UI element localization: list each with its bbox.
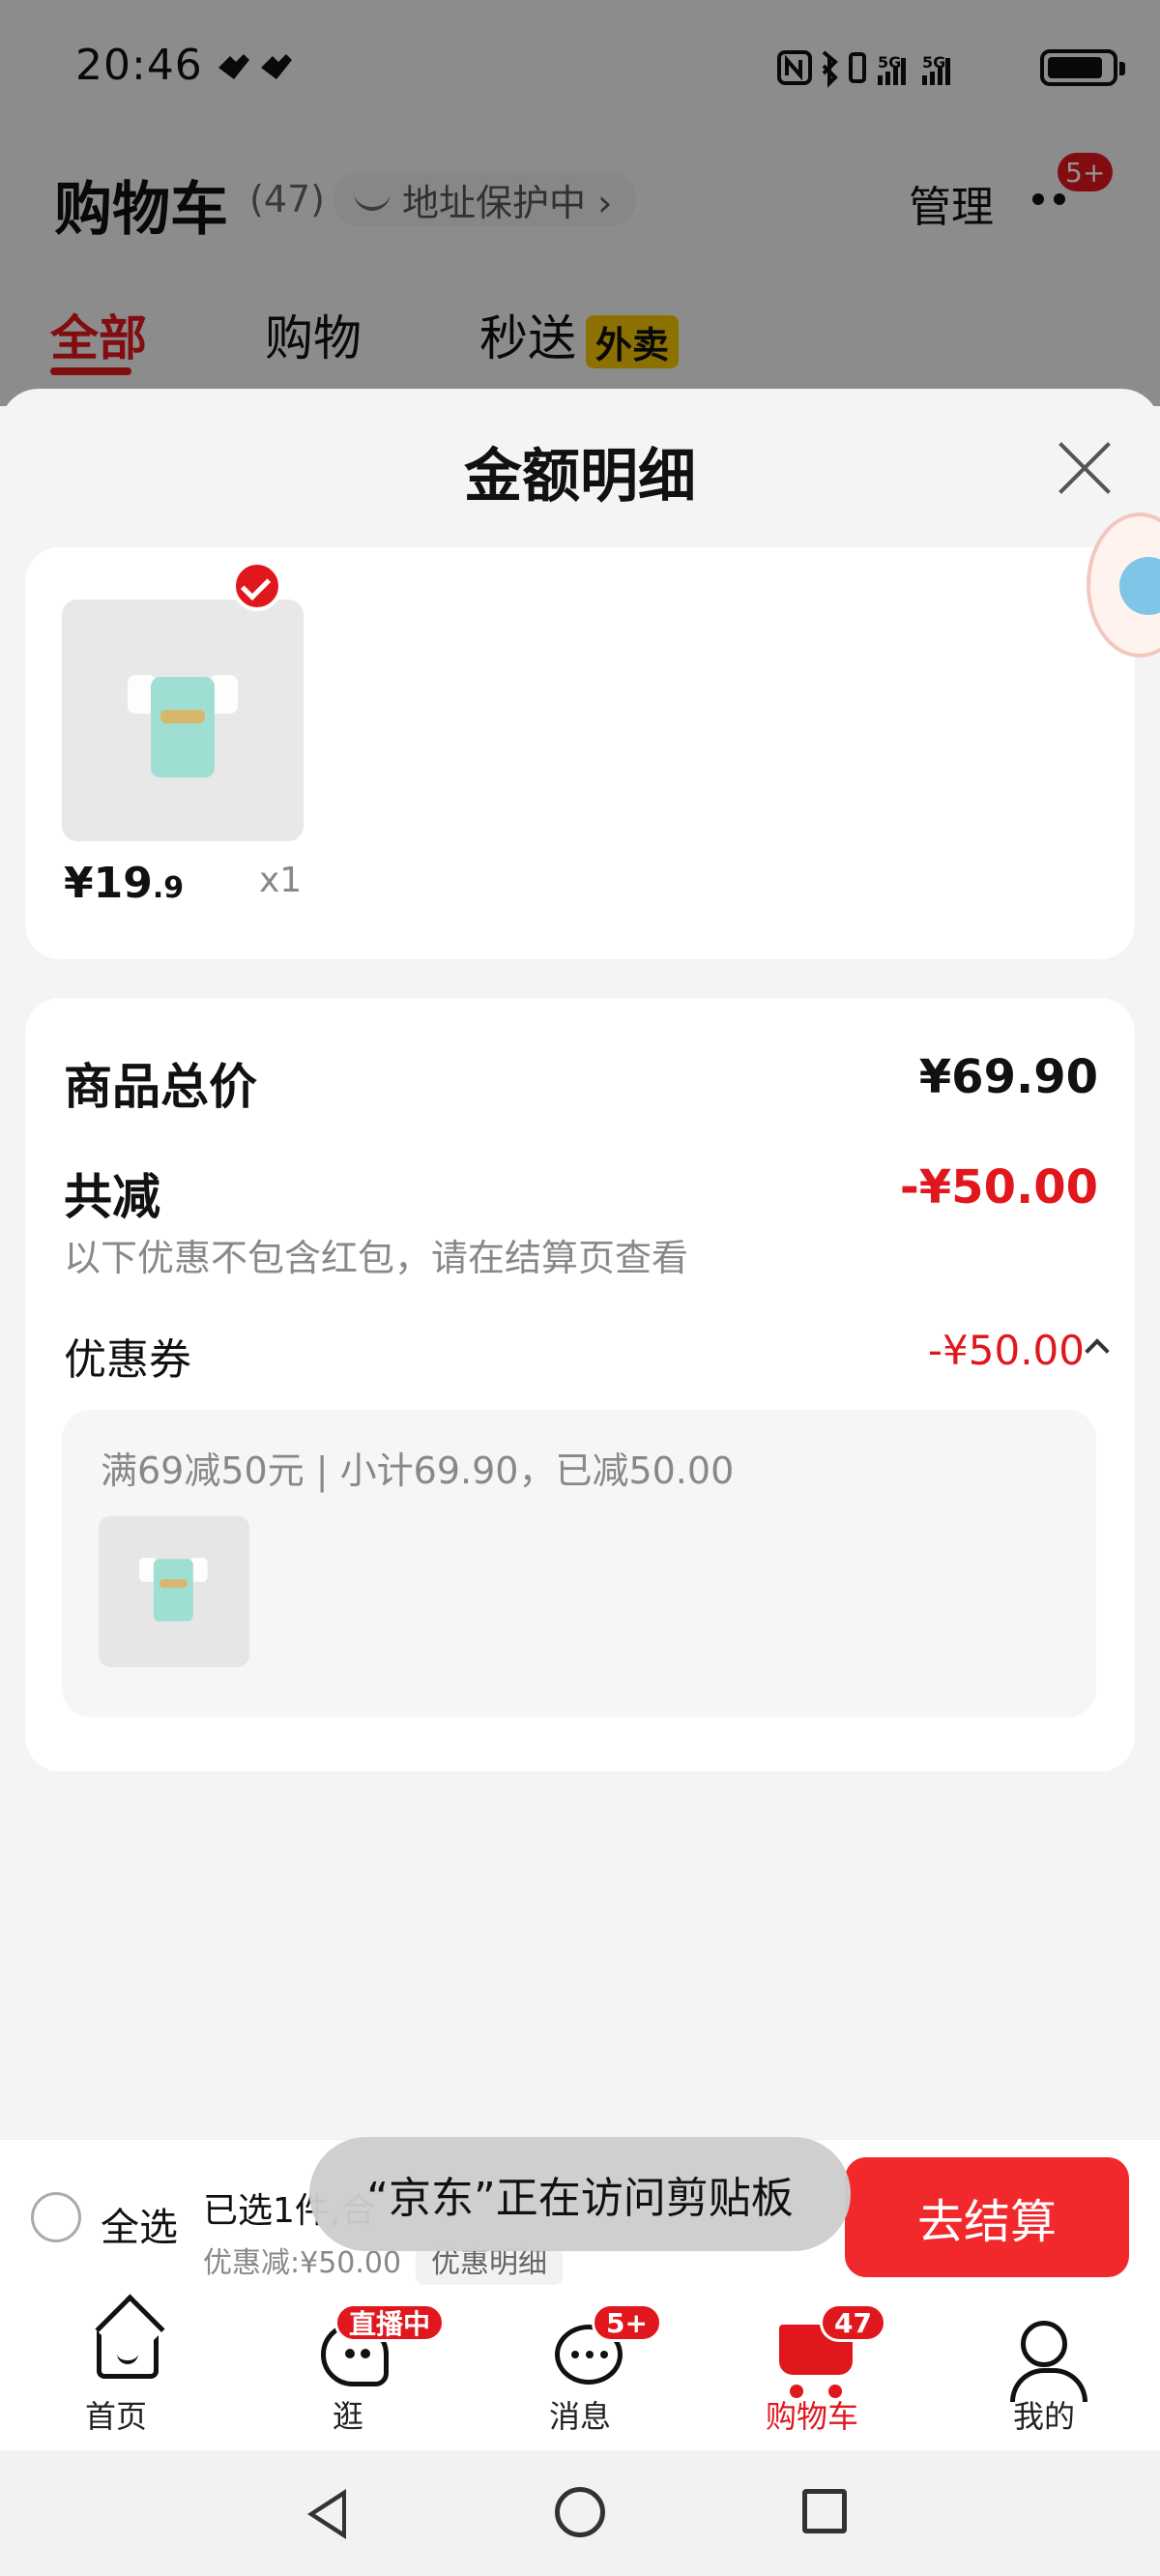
tab-explore-label: 逛: [332, 2398, 363, 2435]
checked-icon[interactable]: [232, 561, 282, 611]
product-price: ¥19.9: [64, 859, 184, 908]
tab-home[interactable]: 首页: [19, 2296, 213, 2450]
select-all-radio[interactable]: [31, 2192, 81, 2242]
price-decimal: .9: [152, 871, 185, 905]
product-quantity: x1: [259, 861, 303, 900]
tab-messages-label: 消息: [548, 2398, 611, 2435]
tab-cart[interactable]: 47 购物车: [715, 2296, 909, 2450]
clipboard-toast: “京东”正在访问剪贴板: [309, 2137, 851, 2251]
back-icon[interactable]: [307, 2489, 346, 2539]
tab-messages[interactable]: 5+ 消息: [483, 2296, 677, 2450]
recent-apps-icon[interactable]: [802, 2489, 847, 2533]
home-circle-icon[interactable]: [555, 2487, 605, 2537]
tab-profile-label: 我的: [1012, 2398, 1075, 2435]
total-price-value: ¥69.90: [918, 1050, 1098, 1104]
amount-card: 商品总价 ¥69.90 共减 -¥50.00 以下优惠不包含红包，请在结算页查看…: [25, 998, 1135, 1771]
tshirt-image: [128, 667, 238, 779]
amount-detail-sheet: 金额明细 ¥19.9 x1 商品总价 ¥69.90 共减 -¥50.00 以下优…: [0, 389, 1160, 2139]
total-reduce-label: 共减: [64, 1169, 160, 1225]
modal-scrim[interactable]: [0, 0, 1160, 406]
tab-explore[interactable]: 直播中 逛: [251, 2296, 445, 2450]
live-badge: 直播中: [334, 2303, 445, 2342]
system-nav-bar: [0, 2450, 1160, 2576]
tshirt-image: [139, 1553, 208, 1623]
user-icon: [1010, 2321, 1088, 2402]
chevron-up-icon[interactable]: [1085, 1338, 1110, 1363]
coupon-detail-box: 满69减50元 | 小计69.90，已减50.00: [62, 1410, 1096, 1717]
cart-page-background: 20:46 5G 5G 购物车 (47) 地址保护中 › 管理 5+ 全部 购物…: [0, 0, 1160, 650]
coupon-product-thumbnail[interactable]: [99, 1516, 249, 1667]
total-reduce-value: -¥50.00: [899, 1160, 1098, 1215]
product-card: ¥19.9 x1: [25, 547, 1135, 959]
sheet-title: 金额明细: [464, 443, 696, 511]
tab-profile[interactable]: 我的: [947, 2296, 1141, 2450]
total-price-label: 商品总价: [64, 1059, 257, 1115]
tab-cart-label: 购物车: [765, 2398, 858, 2435]
close-icon[interactable]: [1056, 439, 1114, 497]
coupon-detail-text: 满69减50元 | 小计69.90，已减50.00: [101, 1449, 735, 1492]
cart-badge: 47: [820, 2303, 886, 2342]
home-icon: [97, 2325, 159, 2379]
reduce-note: 以下优惠不包含红包，请在结算页查看: [64, 1237, 689, 1279]
price-main: ¥19: [64, 859, 153, 908]
messages-badge: 5+: [592, 2303, 662, 2342]
coupon-label: 优惠券: [64, 1335, 191, 1385]
tab-home-label: 首页: [84, 2398, 147, 2435]
checkout-button[interactable]: 去结算: [845, 2157, 1129, 2277]
product-image[interactable]: [62, 600, 304, 841]
select-all-label[interactable]: 全选: [101, 2196, 178, 2252]
bottom-tab-bar: 首页 直播中 逛 5+ 消息 47 购物车 我的: [0, 2296, 1160, 2450]
coupon-value[interactable]: -¥50.00: [928, 1327, 1085, 1374]
